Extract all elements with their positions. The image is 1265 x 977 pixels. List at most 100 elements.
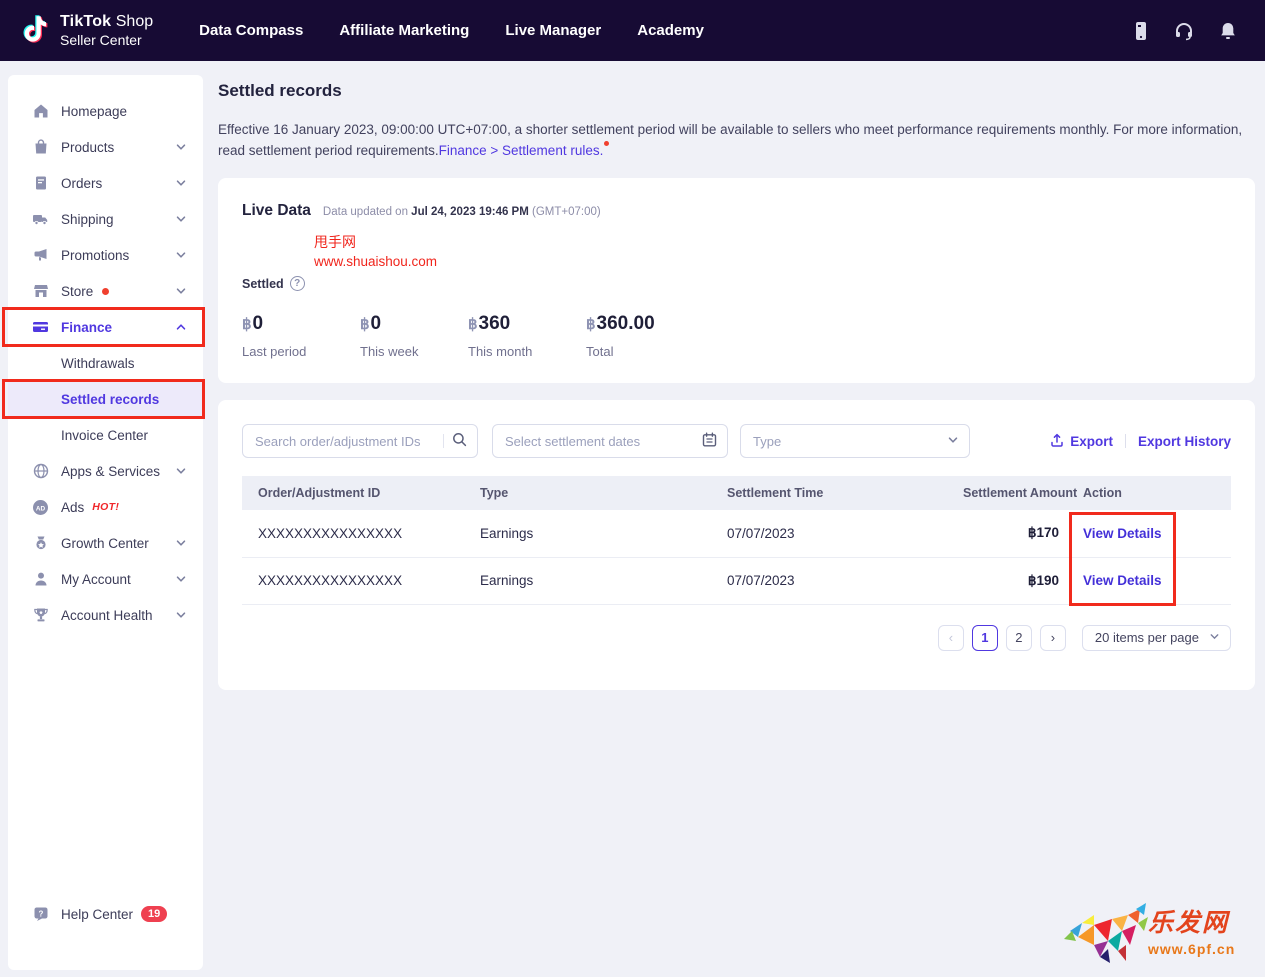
notification-dot [604,141,609,146]
help-count-badge: 19 [141,906,167,922]
orders-icon [32,175,49,192]
date-input[interactable] [505,434,702,449]
main-content: Settled records Effective 16 January 202… [218,75,1255,690]
sidebar-item-growth-center[interactable]: Growth Center [8,525,203,561]
tiktok-shop-logo[interactable]: TikTok Shop Seller Center [20,13,153,47]
page-size-select[interactable]: 20 items per page [1082,625,1231,651]
bull-logo-icon [1060,901,1152,967]
chevron-down-icon [175,465,187,477]
mobile-icon[interactable] [1133,21,1149,41]
cell-order-id: XXXXXXXXXXXXXXXX [242,557,464,604]
svg-text:AD: AD [36,505,46,512]
export-label: Export [1070,434,1113,449]
calendar-icon[interactable] [702,432,717,450]
headset-icon[interactable] [1174,21,1194,41]
sidebar-item-apps-services[interactable]: Apps & Services [8,453,203,489]
cell-settlement-amount: ฿170 [947,510,1067,557]
sidebar-item-account-health[interactable]: Account Health [8,597,203,633]
updated-prefix: Data updated on [323,206,408,218]
logo-brand-rest: Shop [116,13,153,30]
svg-text:?: ? [38,909,43,918]
logo-brand: TikTok [60,13,111,30]
sidebar-item-settled-records[interactable]: Settled records [8,381,203,417]
view-details-link[interactable]: View Details [1083,573,1162,588]
sidebar-item-finance[interactable]: Finance [8,309,203,345]
export-button[interactable]: Export [1050,433,1113,450]
sidebar-item-store[interactable]: Store [8,273,203,309]
question-icon[interactable]: ? [290,276,305,291]
table-row: XXXXXXXXXXXXXXXX Earnings 07/07/2023 ฿19… [242,557,1231,604]
next-page-button[interactable]: › [1040,625,1066,651]
chevron-down-icon [1209,630,1220,645]
topnav-item-data-compass[interactable]: Data Compass [199,22,303,39]
sidebar-item-label: Homepage [61,104,127,119]
stat-label: Total [586,344,704,359]
cell-settlement-time: 07/07/2023 [711,510,947,557]
sidebar-item-label: Ads [61,500,84,515]
tiktok-logo-icon [20,13,50,47]
type-select[interactable]: Type [740,424,970,458]
credit-card-icon [32,319,49,336]
sidebar-item-invoice-center[interactable]: Invoice Center [8,417,203,453]
topnav-menu: Data Compass Affiliate Marketing Live Ma… [199,22,704,39]
sidebar-item-label: Help Center [61,907,133,922]
export-history-button[interactable]: Export History [1138,434,1231,449]
megaphone-icon [32,247,49,264]
settled-section-label: Settled [242,277,284,291]
bell-icon[interactable] [1219,21,1237,41]
stat-label: Last period [242,344,360,359]
search-input-box[interactable] [242,424,478,458]
live-data-card: Live Data Data updated on Jul 24, 2023 1… [218,178,1255,383]
sidebar-item-my-account[interactable]: My Account [8,561,203,597]
sidebar-item-label: Promotions [61,248,129,263]
chevron-down-icon [175,609,187,621]
stat-total: ฿360.00 Total [586,313,704,359]
stat-this-week: ฿0 This week [360,313,468,359]
watermark-url: www.shuaishou.com [314,252,437,272]
sidebar-item-label: Account Health [61,608,153,623]
topnav-item-affiliate-marketing[interactable]: Affiliate Marketing [339,22,469,39]
divider [1125,434,1126,448]
logo-text: TikTok Shop Seller Center [60,13,153,47]
sidebar-item-label: Invoice Center [61,428,148,443]
sidebar-item-label: Orders [61,176,102,191]
sidebar-item-orders[interactable]: Orders [8,165,203,201]
col-action: Action [1067,476,1231,510]
chevron-down-icon [175,141,187,153]
pagination: ‹ 1 2 › 20 items per page [242,625,1231,651]
page-button-1[interactable]: 1 [972,625,998,651]
logo-subtitle: Seller Center [60,32,153,48]
trophy-icon [32,607,49,624]
search-input[interactable] [255,434,439,449]
sidebar-item-products[interactable]: Products [8,129,203,165]
updated-time: Jul 24, 2023 19:46 PM [411,206,529,218]
sidebar-item-label: Products [61,140,114,155]
sidebar-item-shipping[interactable]: Shipping [8,201,203,237]
sidebar-item-help-center[interactable]: ? Help Center 19 [8,896,203,932]
chevron-down-icon [947,434,959,449]
settlement-rules-link[interactable]: Finance > Settlement rules. [439,143,604,158]
divider [443,434,444,448]
sidebar-item-withdrawals[interactable]: Withdrawals [8,345,203,381]
stat-label: This week [360,344,468,359]
view-details-link[interactable]: View Details [1083,526,1162,541]
date-range-picker[interactable] [492,424,728,458]
export-icon [1050,433,1064,450]
currency-symbol: ฿ [242,316,252,333]
prev-page-button[interactable]: ‹ [938,625,964,651]
currency-symbol: ฿ [586,316,596,333]
page-button-2[interactable]: 2 [1006,625,1032,651]
search-icon[interactable] [452,432,467,450]
col-settlement-amount: Settlement Amount [947,476,1067,510]
stat-label: This month [468,344,586,359]
notice-text: Effective 16 January 2023, 09:00:00 UTC+… [218,122,1242,158]
sidebar-item-promotions[interactable]: Promotions [8,237,203,273]
cell-settlement-time: 07/07/2023 [711,557,947,604]
sidebar-item-ads[interactable]: AD Ads HOT! [8,489,203,525]
hot-badge: HOT! [92,501,119,513]
topnav-item-academy[interactable]: Academy [637,22,704,39]
sidebar-item-homepage[interactable]: Homepage [8,93,203,129]
chevron-down-icon [175,573,187,585]
topnav-item-live-manager[interactable]: Live Manager [505,22,601,39]
storefront-icon [32,283,49,300]
